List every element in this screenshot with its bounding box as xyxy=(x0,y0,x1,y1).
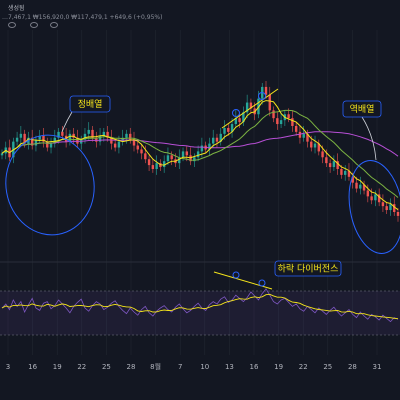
x-tick-label: 28 xyxy=(348,363,357,371)
candle-body xyxy=(370,196,373,201)
candle-body xyxy=(87,129,90,134)
candle-body xyxy=(332,161,336,168)
x-tick-label: 31 xyxy=(373,363,382,371)
candle-body xyxy=(136,145,139,150)
candle-body xyxy=(291,118,294,126)
x-tick-label: 16 xyxy=(250,363,259,371)
candle-body xyxy=(151,165,155,169)
candle-body xyxy=(227,127,230,132)
x-tick-label: 22 xyxy=(77,363,86,371)
candle-body xyxy=(0,153,4,156)
chart[interactable]: 정배열 역배열 하락 다이버전스 3 16 19 22 25 28 8월 7 10 13 16 19 2… xyxy=(0,0,400,400)
candle-body xyxy=(223,127,226,134)
downtrend-label: 역배열 xyxy=(350,104,375,115)
x-tick-label: 7 xyxy=(178,363,182,371)
visibility-icon[interactable] xyxy=(30,22,38,28)
candle-body xyxy=(340,169,343,175)
candle-body xyxy=(325,157,328,164)
candle-body xyxy=(46,141,49,148)
candle-body xyxy=(389,204,392,211)
x-tick-label: 28 xyxy=(127,363,136,371)
candle-body xyxy=(279,120,283,125)
candle-body xyxy=(321,151,324,158)
candle-body xyxy=(374,194,377,201)
candle-body xyxy=(185,151,188,156)
candle-body xyxy=(196,151,200,158)
candle-body xyxy=(140,149,143,154)
candle-body xyxy=(166,155,170,162)
candle-body xyxy=(396,212,400,216)
candle-body xyxy=(61,131,64,136)
candle-body xyxy=(355,182,358,189)
candle-body xyxy=(294,126,298,132)
candle-body xyxy=(359,184,362,189)
x-tick-label: 19 xyxy=(53,363,62,371)
ohlc-readout: …7,467,1 ₩156,920,0 ₩117,479,1 +649,6 (+… xyxy=(2,14,163,21)
x-tick-label: 16 xyxy=(28,363,37,371)
x-tick-label: 8월 xyxy=(150,362,161,371)
visibility-icon[interactable] xyxy=(50,22,58,28)
candle-body xyxy=(170,155,173,160)
candle-body xyxy=(15,137,19,142)
chart-title: 생성됨 xyxy=(8,5,25,12)
candle-body xyxy=(310,141,313,148)
oscillator-band xyxy=(0,291,400,335)
chart-header: 생성됨 …7,467,1 ₩156,920,0 ₩117,479,1 +649,… xyxy=(0,0,400,30)
candle-body xyxy=(200,145,204,152)
candle-body xyxy=(272,110,275,119)
candle-body xyxy=(385,206,388,211)
candle-body xyxy=(49,143,53,148)
x-tick-label: 10 xyxy=(200,363,209,371)
candle-body xyxy=(147,159,151,166)
candle-body xyxy=(366,190,370,197)
x-tick-label: 22 xyxy=(299,363,308,371)
x-tick-label: 13 xyxy=(225,363,234,371)
candle-body xyxy=(125,133,128,138)
candle-body xyxy=(276,118,279,125)
candle-body xyxy=(181,151,185,158)
visibility-icon[interactable] xyxy=(8,22,16,28)
candle-body xyxy=(344,170,347,175)
uptrend-label: 정배열 xyxy=(78,99,103,110)
candle-body xyxy=(287,114,290,119)
x-tick-label: 3 xyxy=(6,363,10,371)
candle-body xyxy=(117,141,121,148)
candle-body xyxy=(212,137,215,144)
divergence-label: 하락 다이버전스 xyxy=(278,263,339,275)
background xyxy=(0,0,400,400)
candle-body xyxy=(144,153,147,160)
x-tick-label: 19 xyxy=(274,363,283,371)
candle-body xyxy=(129,133,132,140)
candle-body xyxy=(238,118,241,123)
candle-body xyxy=(19,133,23,138)
candle-body xyxy=(113,143,117,148)
candle-body xyxy=(313,143,317,148)
candle-body xyxy=(328,163,332,168)
candle-body xyxy=(302,133,305,138)
x-tick-label: 25 xyxy=(102,363,111,371)
candle-body xyxy=(155,163,158,169)
candle-body xyxy=(381,202,385,207)
candle-body xyxy=(268,94,271,111)
candle-body xyxy=(215,137,219,142)
x-tick-label: 25 xyxy=(323,363,332,371)
